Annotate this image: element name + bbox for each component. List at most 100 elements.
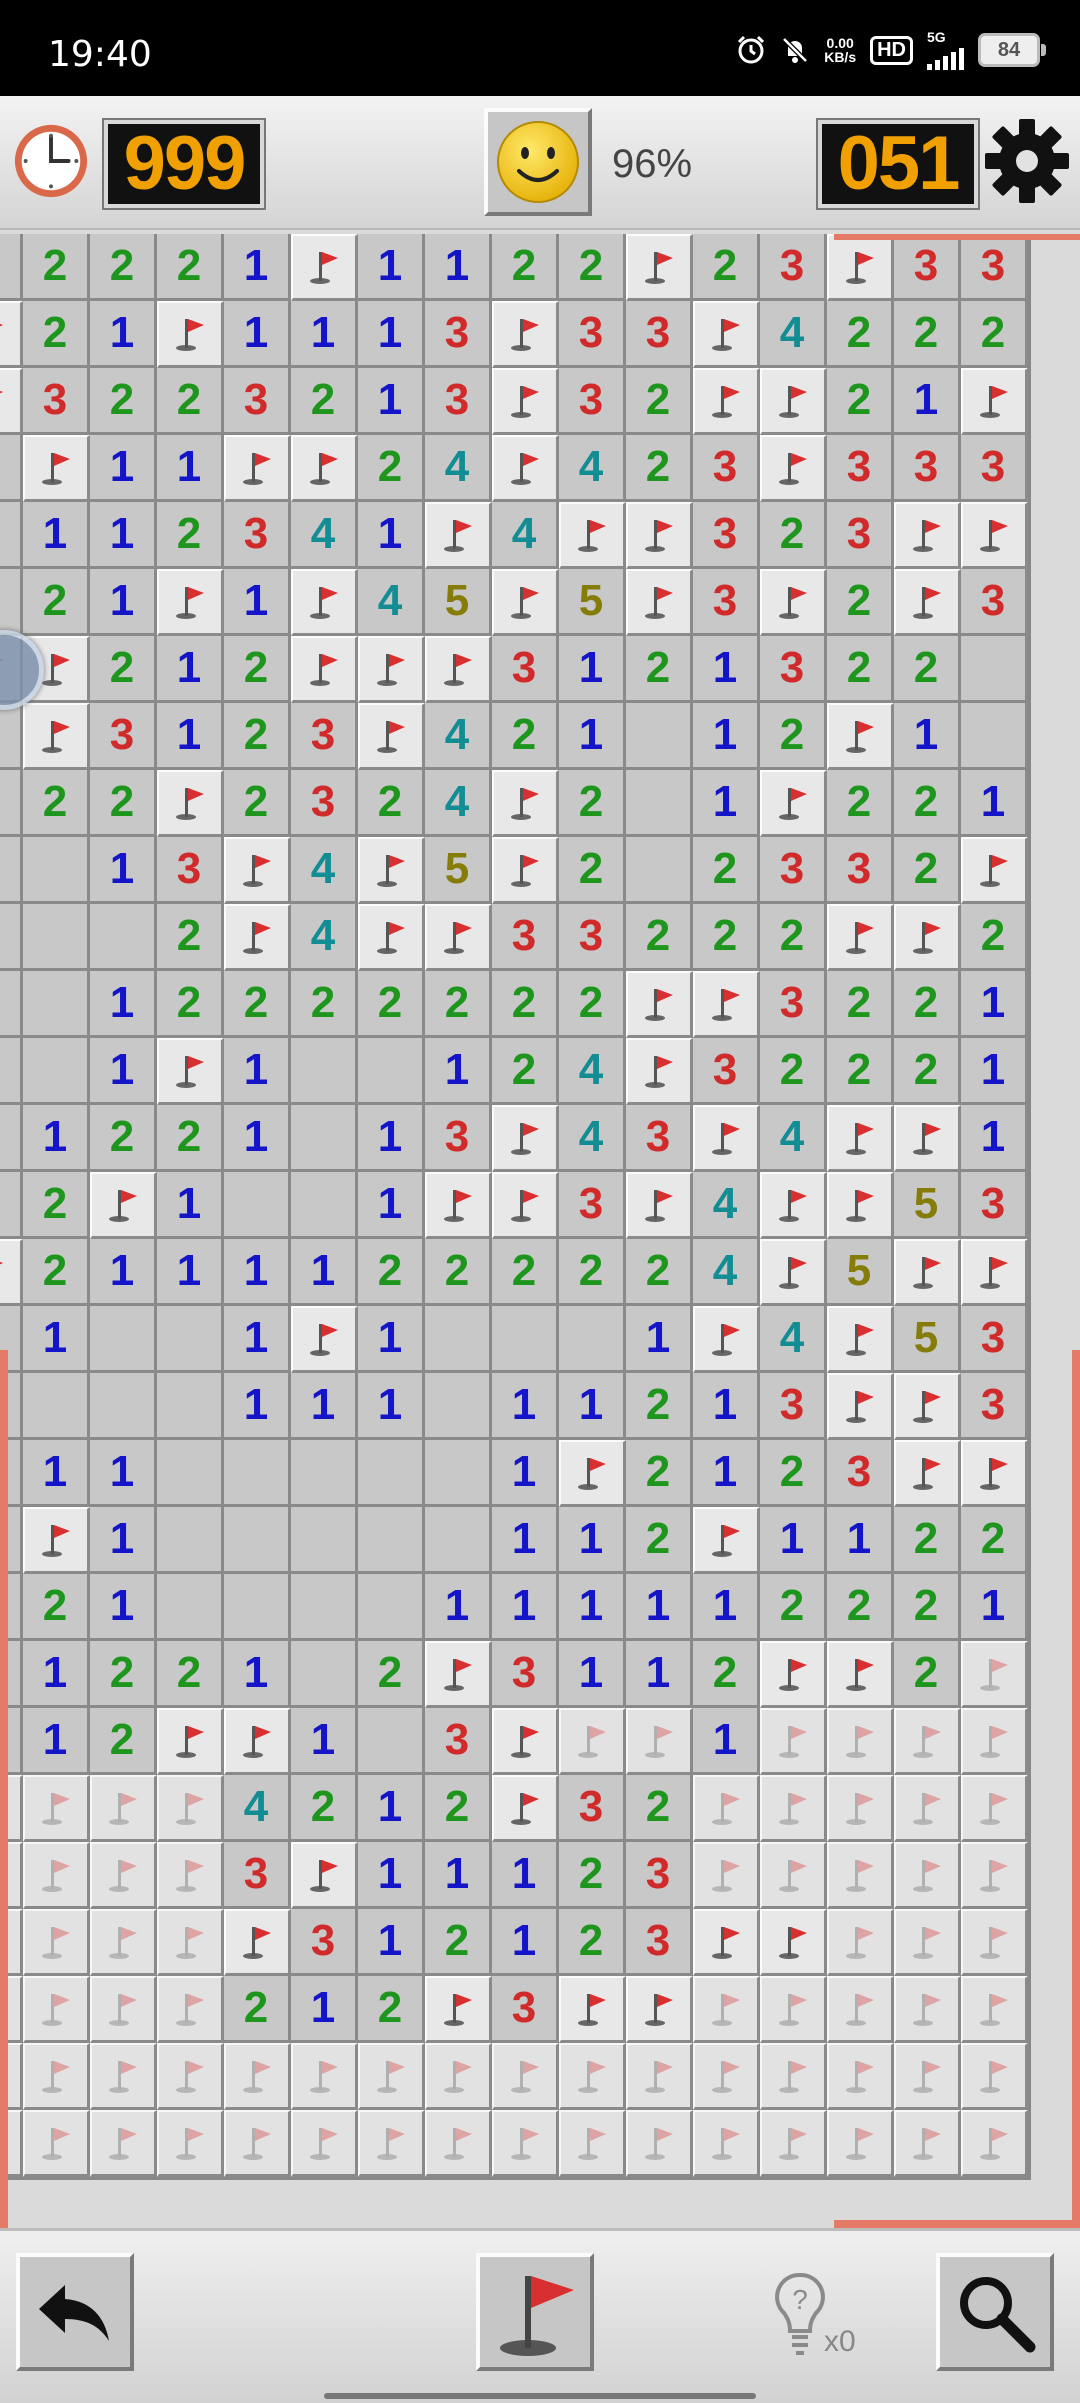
cell-number[interactable]: 1 bbox=[358, 502, 425, 569]
cell-covered[interactable] bbox=[23, 2110, 90, 2177]
home-indicator[interactable] bbox=[324, 2393, 756, 2399]
cell-covered[interactable] bbox=[693, 2043, 760, 2110]
cell-flagged[interactable] bbox=[626, 971, 693, 1038]
cell-number[interactable]: 1 bbox=[90, 1038, 157, 1105]
cell-covered[interactable] bbox=[961, 1641, 1028, 1708]
cell-flagged[interactable] bbox=[492, 1172, 559, 1239]
cell-covered[interactable] bbox=[23, 1842, 90, 1909]
cell-number[interactable]: 3 bbox=[961, 435, 1028, 502]
cell-covered[interactable] bbox=[157, 2043, 224, 2110]
cell-covered[interactable] bbox=[827, 1775, 894, 1842]
cell-number[interactable]: 1 bbox=[693, 636, 760, 703]
cell-flagged[interactable] bbox=[0, 1239, 23, 1306]
cell-number[interactable]: 2 bbox=[492, 703, 559, 770]
cell-number[interactable]: 3 bbox=[157, 837, 224, 904]
cell-covered[interactable] bbox=[23, 1909, 90, 1976]
cell-flagged[interactable] bbox=[693, 368, 760, 435]
cell-covered[interactable] bbox=[693, 1842, 760, 1909]
cell-number[interactable]: 2 bbox=[894, 971, 961, 1038]
cell-flagged[interactable] bbox=[894, 502, 961, 569]
cell-number[interactable]: 3 bbox=[693, 502, 760, 569]
cell-number[interactable]: 2 bbox=[492, 1239, 559, 1306]
cell-flagged[interactable] bbox=[425, 904, 492, 971]
cell-empty[interactable] bbox=[224, 1507, 291, 1574]
cell-empty[interactable] bbox=[23, 1038, 90, 1105]
cell-number[interactable]: 1 bbox=[492, 1373, 559, 1440]
cell-number[interactable]: 2 bbox=[90, 1105, 157, 1172]
cell-number[interactable]: 3 bbox=[0, 569, 23, 636]
cell-flagged[interactable] bbox=[224, 1708, 291, 1775]
cell-number[interactable]: 2 bbox=[492, 1038, 559, 1105]
cell-covered[interactable] bbox=[894, 1775, 961, 1842]
cell-number[interactable]: 1 bbox=[291, 1373, 358, 1440]
cell-flagged[interactable] bbox=[492, 569, 559, 636]
cell-covered[interactable] bbox=[90, 1909, 157, 1976]
cell-flagged[interactable] bbox=[291, 636, 358, 703]
cell-number[interactable]: 2 bbox=[626, 1239, 693, 1306]
cell-number[interactable]: 2 bbox=[693, 234, 760, 301]
cell-number[interactable]: 3 bbox=[626, 1909, 693, 1976]
cell-empty[interactable] bbox=[224, 1172, 291, 1239]
cell-covered[interactable] bbox=[760, 2110, 827, 2177]
cell-number[interactable]: 1 bbox=[693, 1708, 760, 1775]
cell-covered[interactable] bbox=[291, 2043, 358, 2110]
cell-number[interactable]: 3 bbox=[693, 569, 760, 636]
cell-covered[interactable] bbox=[961, 2043, 1028, 2110]
cell-number[interactable]: 2 bbox=[827, 1038, 894, 1105]
cell-number[interactable]: 2 bbox=[693, 837, 760, 904]
cell-number[interactable]: 3 bbox=[559, 1775, 626, 1842]
cell-flagged[interactable] bbox=[358, 904, 425, 971]
cell-empty[interactable] bbox=[291, 1172, 358, 1239]
cell-empty[interactable] bbox=[291, 1641, 358, 1708]
cell-covered[interactable] bbox=[961, 2110, 1028, 2177]
cell-flagged[interactable] bbox=[626, 1172, 693, 1239]
cell-flagged[interactable] bbox=[827, 1172, 894, 1239]
cell-number[interactable]: 2 bbox=[559, 971, 626, 1038]
cell-number[interactable]: 3 bbox=[90, 703, 157, 770]
cell-number[interactable]: 2 bbox=[23, 1574, 90, 1641]
cell-number[interactable]: 4 bbox=[492, 502, 559, 569]
cell-flagged[interactable] bbox=[693, 301, 760, 368]
cell-empty[interactable] bbox=[626, 770, 693, 837]
cell-number[interactable]: 2 bbox=[358, 770, 425, 837]
cell-covered[interactable] bbox=[23, 1976, 90, 2043]
cell-empty[interactable] bbox=[291, 1507, 358, 1574]
cell-flagged[interactable] bbox=[224, 904, 291, 971]
cell-flagged[interactable] bbox=[224, 1909, 291, 1976]
cell-number[interactable]: 2 bbox=[157, 1105, 224, 1172]
cell-covered[interactable] bbox=[894, 2043, 961, 2110]
cell-flagged[interactable] bbox=[894, 904, 961, 971]
cell-number[interactable]: 1 bbox=[23, 1641, 90, 1708]
cell-flagged[interactable] bbox=[760, 1909, 827, 1976]
cell-covered[interactable] bbox=[626, 1708, 693, 1775]
cell-number[interactable]: 2 bbox=[827, 636, 894, 703]
cell-empty[interactable] bbox=[157, 1507, 224, 1574]
cell-number[interactable]: 1 bbox=[425, 1574, 492, 1641]
cell-flagged[interactable] bbox=[760, 569, 827, 636]
cell-flagged[interactable] bbox=[23, 1507, 90, 1574]
cell-number[interactable]: 1 bbox=[358, 234, 425, 301]
cell-covered[interactable] bbox=[961, 1708, 1028, 1775]
cell-covered[interactable] bbox=[693, 1976, 760, 2043]
cell-number[interactable]: 1 bbox=[0, 234, 23, 301]
cell-number[interactable]: 1 bbox=[492, 1909, 559, 1976]
cell-number[interactable]: 2 bbox=[0, 770, 23, 837]
cell-empty[interactable] bbox=[291, 1440, 358, 1507]
cell-number[interactable]: 2 bbox=[827, 569, 894, 636]
cell-empty[interactable] bbox=[0, 904, 23, 971]
cell-empty[interactable] bbox=[358, 1574, 425, 1641]
cell-number[interactable]: 1 bbox=[760, 1507, 827, 1574]
cell-covered[interactable] bbox=[425, 2110, 492, 2177]
cell-flagged[interactable] bbox=[425, 1976, 492, 2043]
cell-flagged[interactable] bbox=[760, 435, 827, 502]
cell-flagged[interactable] bbox=[425, 1172, 492, 1239]
cell-number[interactable]: 3 bbox=[291, 770, 358, 837]
cell-number[interactable]: 1 bbox=[90, 301, 157, 368]
cell-number[interactable]: 1 bbox=[157, 1239, 224, 1306]
cell-number[interactable]: 3 bbox=[760, 971, 827, 1038]
cell-number[interactable]: 2 bbox=[626, 435, 693, 502]
cell-flagged[interactable] bbox=[693, 1306, 760, 1373]
cell-number[interactable]: 2 bbox=[559, 770, 626, 837]
cell-number[interactable]: 2 bbox=[626, 636, 693, 703]
cell-flagged[interactable] bbox=[157, 569, 224, 636]
